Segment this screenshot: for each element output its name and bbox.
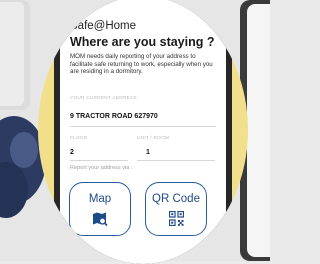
address-label: YOUR CURRENT ADDRESS <box>70 96 137 101</box>
map-search-icon <box>93 212 108 227</box>
address-underline <box>70 126 216 127</box>
phone-screen: Safe@Home Where are you staying ? MOM ne… <box>60 0 226 264</box>
floor-label: FLOOR <box>70 136 88 141</box>
qr-code-icon <box>168 211 184 226</box>
highlight-circle: Safe@Home Where are you staying ? MOM ne… <box>38 0 248 264</box>
unit-underline <box>137 160 215 161</box>
address-field[interactable]: 9 TRACTOR ROAD 627970 <box>70 113 158 120</box>
floor-underline <box>70 160 128 161</box>
report-prompt: Report your address via : <box>70 165 133 171</box>
unit-label: UNIT / ROOM <box>137 136 170 141</box>
unit-field[interactable]: 1 <box>146 149 150 156</box>
floor-field[interactable]: 2 <box>70 149 74 156</box>
qr-code-button-label: QR Code <box>152 193 200 205</box>
app-brand: Safe@Home <box>70 20 137 32</box>
page-title: Where are you staying ? <box>70 35 215 49</box>
page-description: MOM needs daily reporting of your addres… <box>70 53 213 76</box>
qr-code-button[interactable]: QR Code <box>145 182 207 236</box>
map-button-label: Map <box>88 193 112 205</box>
map-button[interactable]: Map <box>69 182 131 236</box>
